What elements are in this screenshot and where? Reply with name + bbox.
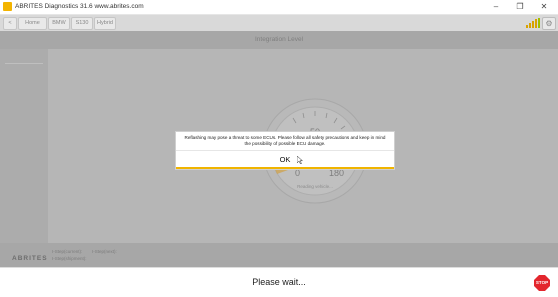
- abrites-logo: ABRITES: [12, 255, 48, 262]
- gauge-status: Reading vehicle...: [297, 184, 333, 189]
- window-title: ABRITES Diagnostics 31.6 www.abrites.com: [15, 3, 144, 10]
- title-bar: ABRITES Diagnostics 31.6 www.abrites.com…: [0, 0, 558, 15]
- bmw-breadcrumb[interactable]: BMW: [48, 17, 70, 30]
- back-button[interactable]: <: [3, 17, 17, 30]
- status-bar: Please wait... STOP: [0, 267, 558, 297]
- ok-accent-bar: [176, 167, 394, 169]
- stop-button[interactable]: STOP: [534, 275, 550, 291]
- page-title: Integration Level: [0, 31, 558, 49]
- side-divider: [5, 63, 43, 64]
- close-button[interactable]: ✕: [532, 0, 556, 14]
- home-breadcrumb[interactable]: Home: [18, 17, 47, 30]
- vehicle-info-bar: ABRITES I-Step(current): I-Step(next): I…: [0, 243, 558, 267]
- maximize-button[interactable]: ❐: [508, 0, 532, 14]
- warning-dialog: Reflashing may pose a threat to some ECU…: [175, 131, 395, 170]
- s130-breadcrumb[interactable]: S130: [71, 17, 93, 30]
- istep-shipment: I-Step(shipment):: [52, 256, 87, 261]
- minimize-button[interactable]: –: [484, 0, 508, 14]
- istep-current: I-Step(current):: [52, 249, 83, 254]
- dialog-message: Reflashing may pose a threat to some ECU…: [184, 135, 386, 146]
- app-logo-icon: [3, 2, 12, 11]
- settings-button[interactable]: ⚙: [542, 17, 556, 30]
- mouse-cursor-icon: [297, 156, 303, 164]
- istep-next: I-Step(next):: [92, 249, 117, 254]
- status-message: Please wait...: [252, 277, 306, 287]
- gear-icon: ⚙: [545, 19, 553, 28]
- side-panel: [0, 49, 48, 243]
- signal-strength-icon: [526, 18, 540, 28]
- stop-label: STOP: [535, 280, 549, 285]
- ok-button[interactable]: OK: [176, 150, 394, 168]
- toolbar: < Home BMW S130 Hybrid ⚙: [0, 15, 558, 31]
- hybrid-breadcrumb[interactable]: Hybrid: [94, 17, 116, 30]
